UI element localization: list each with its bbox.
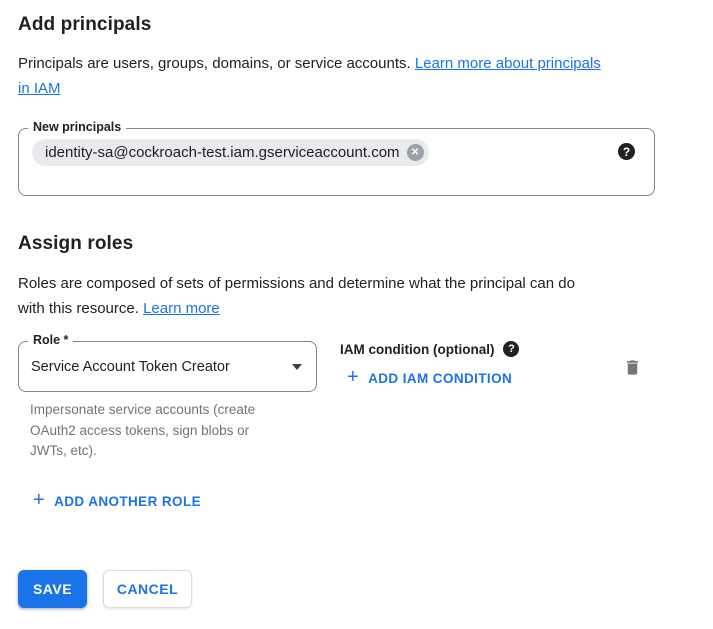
intro-text: Principals are users, groups, domains, o… bbox=[18, 55, 411, 72]
page-title: Add principals bbox=[18, 14, 151, 36]
chip-close-icon[interactable]: ✕ bbox=[407, 144, 424, 161]
dropdown-arrow-icon bbox=[292, 364, 302, 370]
trash-icon bbox=[623, 357, 642, 378]
role-label: Role * bbox=[28, 333, 73, 347]
assign-roles-paragraph: Roles are composed of sets of permission… bbox=[18, 271, 678, 321]
cancel-button[interactable]: CANCEL bbox=[103, 570, 192, 608]
new-principals-help-icon[interactable]: ? bbox=[618, 143, 635, 160]
add-principals-panel: Add principals Principals are users, gro… bbox=[0, 0, 713, 629]
principal-chip-label: identity-sa@cockroach-test.iam.gservicea… bbox=[45, 144, 400, 161]
intro-paragraph: Principals are users, groups, domains, o… bbox=[18, 51, 666, 101]
save-button[interactable]: SAVE bbox=[18, 570, 87, 608]
iam-condition-label: IAM condition (optional) bbox=[340, 342, 494, 357]
add-iam-condition-button[interactable]: + ADD IAM CONDITION bbox=[347, 369, 512, 387]
assign-roles-title: Assign roles bbox=[18, 233, 133, 255]
role-selected-value: Service Account Token Creator bbox=[31, 359, 292, 375]
delete-role-button[interactable] bbox=[619, 354, 645, 380]
learn-more-link[interactable]: Learn more bbox=[143, 300, 220, 317]
iam-condition-label-row: IAM condition (optional) ? bbox=[340, 341, 519, 357]
new-principals-label: New principals bbox=[28, 120, 126, 134]
plus-icon: + bbox=[33, 490, 45, 510]
principal-chip: identity-sa@cockroach-test.iam.gservicea… bbox=[32, 139, 429, 166]
role-select[interactable]: Role * Service Account Token Creator bbox=[18, 341, 317, 392]
new-principals-field[interactable]: New principals identity-sa@cockroach-tes… bbox=[18, 128, 655, 196]
role-helper-text: Impersonate service accounts (create OAu… bbox=[30, 400, 282, 462]
plus-icon: + bbox=[347, 367, 359, 387]
add-another-role-button[interactable]: + ADD ANOTHER ROLE bbox=[33, 492, 201, 510]
iam-condition-help-icon[interactable]: ? bbox=[503, 341, 519, 357]
